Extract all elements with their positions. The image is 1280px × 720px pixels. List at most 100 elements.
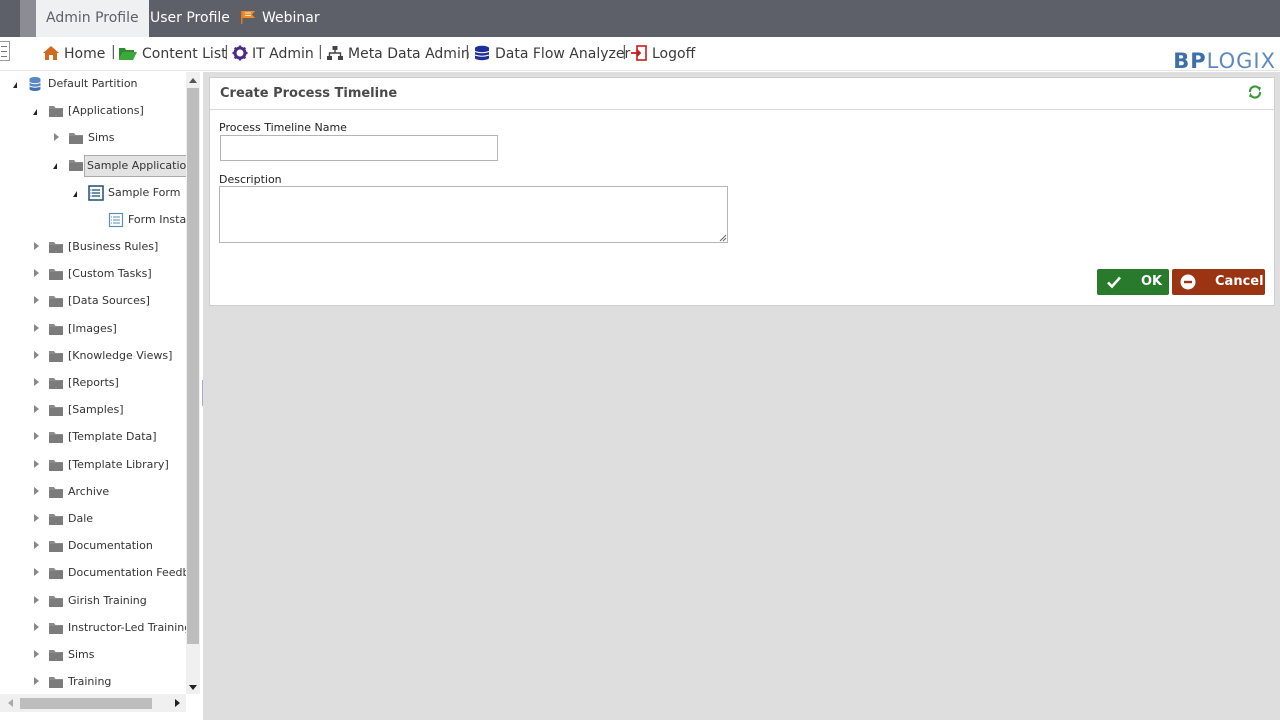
- tree-node[interactable]: Dale: [0, 509, 186, 529]
- expand-arrow-icon[interactable]: [34, 486, 39, 495]
- nav-content-list-label: Content List: [142, 46, 227, 62]
- expand-arrow-icon[interactable]: [34, 650, 39, 658]
- collapse-arrow-icon[interactable]: [33, 109, 37, 115]
- expand-arrow-icon[interactable]: [34, 296, 39, 305]
- tree-node[interactable]: Sample Form: [0, 183, 186, 203]
- menu-toggle-icon[interactable]: [0, 41, 10, 61]
- nav-content-list[interactable]: Content List: [118, 44, 227, 64]
- folder-icon: [48, 104, 64, 125]
- expand-arrow-icon[interactable]: [34, 568, 39, 577]
- tree-node-label: [Custom Tasks]: [68, 267, 152, 281]
- expand-arrow-icon[interactable]: [34, 242, 39, 250]
- tab-user-profile[interactable]: User Profile: [140, 0, 240, 37]
- scroll-up-arrow-icon[interactable]: [189, 78, 197, 83]
- sitemap-icon: [327, 46, 343, 60]
- tree-horizontal-scrollbar[interactable]: [0, 694, 186, 712]
- resize-handle-icon[interactable]: [719, 234, 727, 242]
- nav-it-admin[interactable]: IT Admin: [232, 44, 314, 64]
- nav-separator: |: [111, 44, 116, 60]
- folder-icon: [48, 512, 64, 533]
- form-instance-icon: [108, 212, 124, 235]
- nav-home[interactable]: Home: [42, 44, 105, 64]
- tree-node[interactable]: [Knowledge Views]: [0, 346, 186, 366]
- tree-node-label: Documentation Feedback: [68, 566, 186, 580]
- tree-node-label: [Images]: [68, 321, 117, 335]
- expand-arrow-icon[interactable]: [34, 432, 39, 441]
- nav-meta-data-admin[interactable]: Meta Data Admin: [326, 44, 470, 64]
- expand-arrow-icon[interactable]: [34, 459, 39, 468]
- expand-arrow-icon[interactable]: [34, 405, 39, 414]
- tree-node[interactable]: Instructor-Led Training: [0, 618, 186, 638]
- tree-node-label: Form Instance: [128, 212, 186, 226]
- tree-vertical-scrollbar[interactable]: [186, 72, 200, 694]
- tree-node[interactable]: Archive: [0, 482, 186, 502]
- expand-arrow-icon[interactable]: [34, 350, 39, 359]
- description-label: Description: [219, 173, 282, 186]
- tree-node-label: [Samples]: [68, 403, 124, 417]
- scroll-thumb[interactable]: [20, 698, 152, 709]
- expand-arrow-icon[interactable]: [34, 622, 39, 631]
- nav-separator: |: [318, 44, 323, 60]
- nav-data-flow-analyzer[interactable]: Data Flow Analyzer: [473, 44, 630, 64]
- description-textarea[interactable]: [219, 186, 728, 243]
- folder-icon: [48, 294, 64, 315]
- expand-arrow-icon[interactable]: [34, 595, 39, 604]
- scroll-left-arrow-icon[interactable]: [8, 699, 13, 707]
- tree-node[interactable]: Form Instance: [0, 210, 186, 230]
- expand-arrow-icon[interactable]: [34, 541, 39, 550]
- expand-arrow-icon[interactable]: [34, 269, 39, 278]
- folder-open-icon: [119, 48, 137, 60]
- cancel-button[interactable]: Cancel: [1172, 269, 1265, 295]
- tree-node[interactable]: [Images]: [0, 319, 186, 339]
- collapse-arrow-icon[interactable]: [53, 163, 57, 170]
- tree-node[interactable]: [Template Data]: [0, 427, 186, 447]
- tree-node-root[interactable]: Default Partition: [0, 74, 186, 94]
- expand-arrow-icon[interactable]: [34, 323, 39, 332]
- scroll-thumb[interactable]: [187, 88, 199, 644]
- expand-arrow-icon[interactable]: [34, 677, 39, 686]
- tree-node[interactable]: Sims: [0, 645, 186, 665]
- tree-node-label: [Business Rules]: [68, 240, 159, 253]
- expand-arrow-icon[interactable]: [54, 133, 59, 142]
- folder-icon: [48, 675, 64, 694]
- tree-node[interactable]: [Template Library]: [0, 455, 186, 475]
- tree-node[interactable]: [Samples]: [0, 400, 186, 420]
- tree-node[interactable]: Training: [0, 672, 186, 692]
- flag-icon: [240, 2, 256, 39]
- tree-node-label: Dale: [68, 512, 94, 525]
- folder-icon: [48, 376, 64, 397]
- scroll-right-arrow-icon[interactable]: [175, 699, 180, 707]
- expand-arrow-icon[interactable]: [34, 514, 39, 522]
- page-title: Create Process Timeline: [220, 86, 398, 101]
- tree-node[interactable]: [Custom Tasks]: [0, 264, 186, 284]
- tree-node[interactable]: Sims: [0, 128, 186, 148]
- tree-node[interactable]: [Business Rules]: [0, 237, 186, 257]
- refresh-icon[interactable]: [1246, 83, 1264, 101]
- tree-node[interactable]: Documentation: [0, 536, 186, 556]
- collapse-arrow-icon[interactable]: [73, 190, 77, 197]
- nav-logoff-label: Logoff: [652, 46, 696, 62]
- bp-logix-logo: BPLOGIX: [1173, 49, 1276, 73]
- tree-node-label: Instructor-Led Training: [68, 620, 186, 634]
- tree-node[interactable]: [Applications]: [0, 101, 186, 121]
- tree-node[interactable]: Girish Training: [0, 591, 186, 611]
- tree-node[interactable]: Documentation Feedback: [0, 563, 186, 583]
- ok-button[interactable]: OK: [1097, 269, 1169, 295]
- expand-arrow-icon[interactable]: [34, 378, 39, 386]
- tree-node-label: Sims: [88, 131, 115, 145]
- tree-node[interactable]: Sample Application: [0, 155, 186, 178]
- create-process-timeline-panel: Create Process Timeline Process Timeline…: [209, 77, 1275, 306]
- folder-icon: [48, 485, 64, 506]
- minus-circle-icon: [1180, 274, 1196, 290]
- collapse-arrow-icon[interactable]: [13, 82, 17, 88]
- process-timeline-name-input[interactable]: [220, 135, 498, 161]
- tree-node-label: [Data Sources]: [68, 294, 150, 308]
- tree-node[interactable]: [Reports]: [0, 373, 186, 393]
- scroll-down-arrow-icon[interactable]: [189, 685, 197, 690]
- tab-webinar[interactable]: Webinar: [230, 0, 330, 37]
- tree-node[interactable]: [Data Sources]: [0, 291, 186, 311]
- nav-logoff[interactable]: Logoff: [630, 44, 695, 64]
- folder-icon: [68, 158, 84, 179]
- tree-node-label: Sample Form: [108, 185, 181, 199]
- tab-admin-profile[interactable]: Admin Profile: [36, 0, 149, 37]
